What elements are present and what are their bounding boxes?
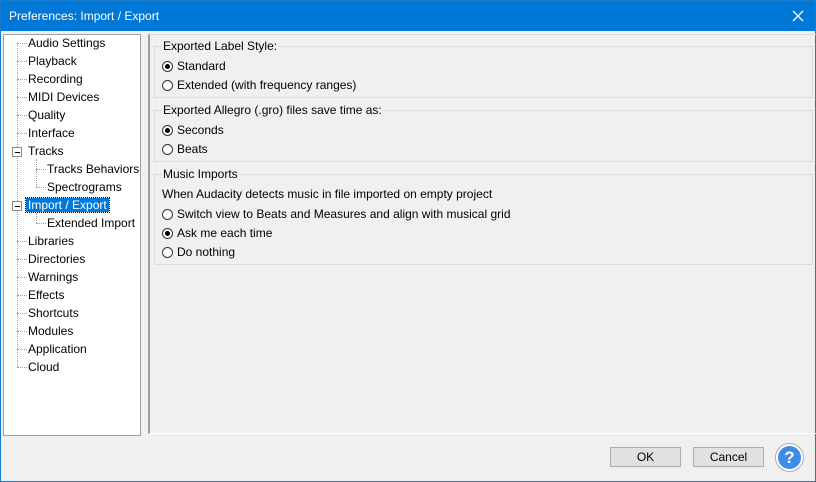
sidebar-item-label: MIDI Devices	[28, 90, 100, 104]
sidebar-item-label: Tracks	[28, 144, 64, 158]
radio-label: Do nothing	[177, 245, 236, 259]
sidebar-item-label: Playback	[28, 54, 77, 68]
exported-label-style-group: Exported Label Style: Standard Extended …	[154, 39, 813, 98]
preferences-tree[interactable]: Audio Settings Playback Recording MIDI D…	[3, 34, 141, 436]
sidebar-item-shortcuts[interactable]: Shortcuts	[26, 305, 81, 321]
radio-ask-each-time[interactable]: Ask me each time	[162, 225, 272, 241]
sidebar-item-quality[interactable]: Quality	[26, 107, 67, 123]
title-bar: Preferences: Import / Export	[1, 1, 815, 31]
music-imports-description: When Audacity detects music in file impo…	[162, 187, 493, 201]
radio-label: Beats	[177, 142, 208, 156]
music-imports-group: Music Imports When Audacity detects musi…	[154, 167, 813, 265]
radio-label: Switch view to Beats and Measures and al…	[177, 207, 511, 221]
sidebar-item-playback[interactable]: Playback	[26, 53, 79, 69]
radio-label: Standard	[177, 59, 226, 73]
tree-connector	[36, 159, 37, 187]
sidebar-item-interface[interactable]: Interface	[26, 125, 77, 141]
sidebar-item-effects[interactable]: Effects	[26, 287, 66, 303]
sidebar-item-extended-import[interactable]: Extended Import	[45, 215, 137, 231]
radio-standard[interactable]: Standard	[162, 58, 226, 74]
sidebar-item-label: Libraries	[28, 234, 75, 248]
allegro-time-group: Exported Allegro (.gro) files save time …	[154, 103, 813, 162]
sidebar-item-label: Modules	[28, 324, 74, 338]
radio-label: Seconds	[177, 123, 224, 137]
radio-label: Extended (with frequency ranges)	[177, 78, 357, 92]
radio-seconds[interactable]: Seconds	[162, 122, 224, 138]
group-title: Music Imports	[162, 167, 239, 181]
group-title: Exported Label Style:	[162, 39, 279, 53]
sidebar-item-label: Extended Import	[47, 216, 136, 230]
help-button[interactable]: ?	[776, 444, 803, 471]
sidebar-item-label: Quality	[28, 108, 66, 122]
radio-indicator[interactable]	[162, 124, 173, 136]
collapse-tracks-icon[interactable]	[12, 147, 22, 157]
import-export-panel: Exported Label Style: Standard Extended …	[148, 34, 816, 434]
cancel-button[interactable]: Cancel	[693, 447, 764, 467]
sidebar-item-label: Audio Settings	[28, 36, 106, 50]
sidebar-item-cloud[interactable]: Cloud	[26, 359, 61, 375]
sidebar-item-import-export[interactable]: Import / Export	[25, 197, 110, 213]
sidebar-item-tracks-behaviors[interactable]: Tracks Behaviors	[45, 161, 141, 177]
preferences-dialog: Preferences: Import / Export Audio Setti…	[0, 0, 816, 482]
radio-indicator[interactable]	[162, 79, 173, 91]
sidebar-item-label: Spectrograms	[47, 180, 122, 194]
sidebar-item-application[interactable]: Application	[26, 341, 89, 357]
sidebar-item-label: Import / Export	[25, 197, 110, 213]
help-icon: ?	[784, 447, 795, 467]
sidebar-item-label: Application	[28, 342, 87, 356]
sidebar-item-label: Interface	[28, 126, 75, 140]
sidebar-item-label: Shortcuts	[28, 306, 79, 320]
radio-indicator[interactable]	[162, 143, 173, 155]
radio-beats[interactable]: Beats	[162, 141, 208, 157]
close-button[interactable]	[781, 1, 815, 31]
sidebar-item-audio-settings[interactable]: Audio Settings	[26, 35, 107, 51]
radio-indicator[interactable]	[162, 60, 173, 72]
sidebar-item-midi-devices[interactable]: MIDI Devices	[26, 89, 101, 105]
sidebar-item-warnings[interactable]: Warnings	[26, 269, 80, 285]
sidebar-item-label: Warnings	[28, 270, 79, 284]
sidebar-item-libraries[interactable]: Libraries	[26, 233, 76, 249]
group-title: Exported Allegro (.gro) files save time …	[162, 103, 383, 117]
sidebar-item-recording[interactable]: Recording	[26, 71, 85, 87]
close-icon	[792, 10, 804, 22]
sidebar-item-modules[interactable]: Modules	[26, 323, 75, 339]
sidebar-item-label: Directories	[28, 252, 86, 266]
sidebar-item-label: Effects	[28, 288, 65, 302]
sidebar-item-label: Tracks Behaviors	[47, 162, 140, 176]
radio-label: Ask me each time	[177, 226, 273, 240]
radio-switch-view[interactable]: Switch view to Beats and Measures and al…	[162, 206, 511, 222]
radio-do-nothing[interactable]: Do nothing	[162, 244, 235, 260]
radio-indicator[interactable]	[162, 208, 173, 220]
window-title: Preferences: Import / Export	[9, 9, 160, 23]
radio-indicator[interactable]	[162, 246, 173, 258]
ok-button[interactable]: OK	[610, 447, 681, 467]
sidebar-item-label: Recording	[28, 72, 83, 86]
sidebar-item-spectrograms[interactable]: Spectrograms	[45, 179, 124, 195]
tree-connector	[36, 213, 37, 223]
sidebar-item-tracks[interactable]: Tracks	[26, 143, 66, 159]
sidebar-item-directories[interactable]: Directories	[26, 251, 87, 267]
radio-extended[interactable]: Extended (with frequency ranges)	[162, 77, 356, 93]
radio-indicator[interactable]	[162, 227, 173, 239]
collapse-import-export-icon[interactable]	[12, 201, 22, 211]
sidebar-item-label: Cloud	[28, 360, 60, 374]
